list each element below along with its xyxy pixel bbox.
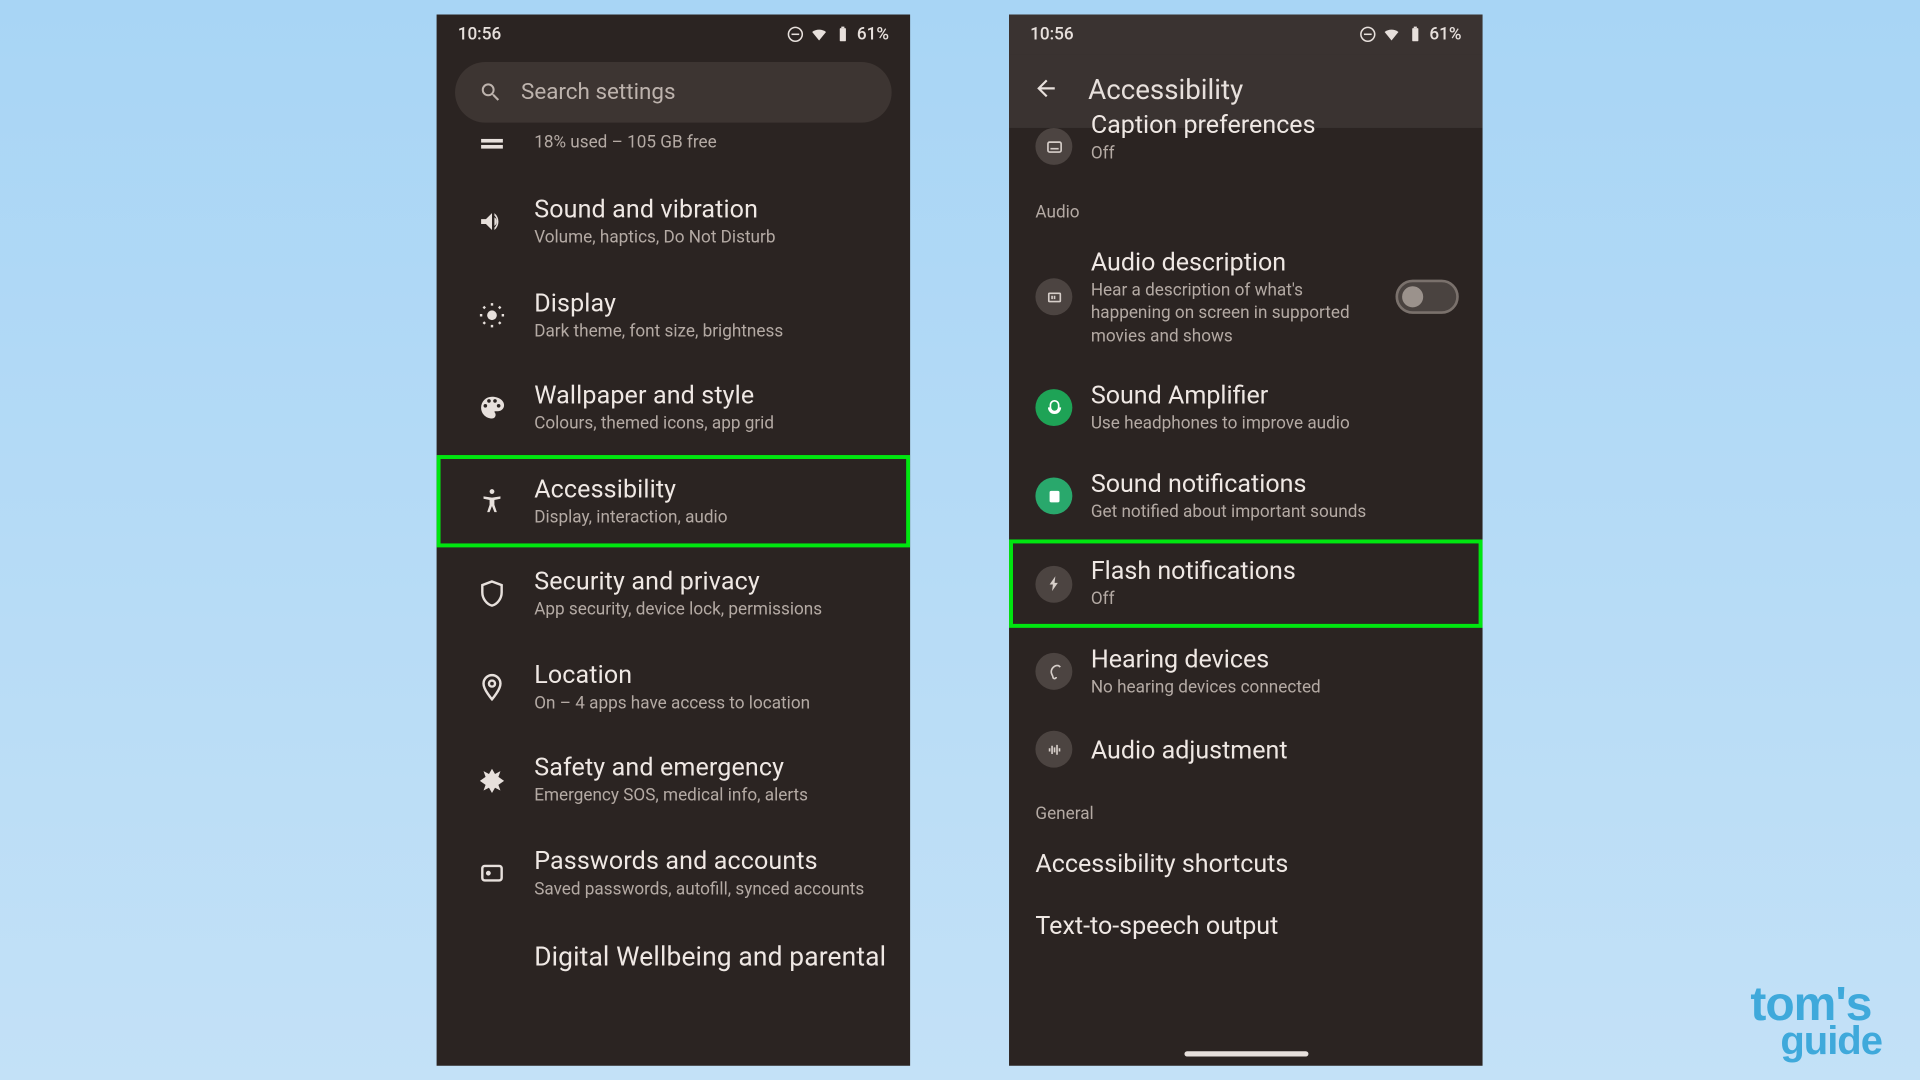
status-icons: 61% <box>1358 24 1461 44</box>
settings-item-security[interactable]: Security and privacy App security, devic… <box>437 548 911 641</box>
accessibility-icon <box>474 483 511 520</box>
audio-description-icon <box>1035 279 1072 316</box>
settings-item-digital-wellbeing[interactable]: Digital Wellbeing and parental <box>437 920 911 975</box>
item-sound-notifications[interactable]: Sound notifications Get notified about i… <box>1009 452 1483 540</box>
search-input[interactable]: Search settings <box>455 62 892 123</box>
sound-notifications-icon <box>1035 477 1072 514</box>
audio-description-toggle[interactable] <box>1396 280 1459 314</box>
battery-percent: 61% <box>1429 24 1461 44</box>
accessibility-list[interactable]: Caption preferences Off Audio Audio desc… <box>1009 128 1483 957</box>
settings-item-safety[interactable]: Safety and emergency Emergency SOS, medi… <box>437 734 911 827</box>
status-time: 10:56 <box>458 24 502 44</box>
settings-item-display[interactable]: Display Dark theme, font size, brightnes… <box>437 268 911 361</box>
palette-icon <box>474 390 511 427</box>
location-icon <box>474 669 511 706</box>
flash-icon <box>1035 565 1072 602</box>
phone-settings: 10:56 61% Search settings 18% used – 105… <box>437 15 911 1066</box>
status-bar: 10:56 61% <box>1009 15 1483 55</box>
sound-icon <box>474 203 511 240</box>
item-sound-amplifier[interactable]: Sound Amplifier Use headphones to improv… <box>1009 364 1483 452</box>
storage-icon <box>474 125 511 162</box>
search-icon <box>479 80 503 104</box>
wifi-icon <box>809 25 827 43</box>
settings-item-location[interactable]: Location On – 4 apps have access to loca… <box>437 641 911 734</box>
home-indicator[interactable] <box>1184 1051 1308 1056</box>
status-bar: 10:56 61% <box>437 15 911 55</box>
wellbeing-icon <box>474 938 511 975</box>
hearing-icon <box>1035 653 1072 690</box>
display-icon <box>474 297 511 334</box>
item-hearing-devices[interactable]: Hearing devices No hearing devices conne… <box>1009 628 1483 716</box>
page-title: Accessibility <box>1088 75 1243 107</box>
status-time: 10:56 <box>1030 24 1074 44</box>
battery-percent: 61% <box>857 24 889 44</box>
sound-amplifier-icon <box>1035 390 1072 427</box>
settings-item-passwords[interactable]: Passwords and accounts Saved passwords, … <box>437 827 911 920</box>
settings-item-storage[interactable]: 18% used – 105 GB free <box>437 123 911 176</box>
section-audio: Audio <box>1009 181 1483 230</box>
search-placeholder: Search settings <box>521 79 676 105</box>
shield-icon <box>474 576 511 613</box>
storage-sub: 18% used – 105 GB free <box>534 132 716 155</box>
equalizer-icon <box>1035 731 1072 768</box>
settings-item-wallpaper[interactable]: Wallpaper and style Colours, themed icon… <box>437 362 911 455</box>
item-audio-adjustment[interactable]: Audio adjustment <box>1009 715 1483 784</box>
key-icon <box>474 855 511 892</box>
phone-accessibility: 10:56 61% Accessibility Caption preferen… <box>1009 15 1483 1066</box>
back-button[interactable] <box>1033 75 1059 107</box>
settings-list[interactable]: 18% used – 105 GB free Sound and vibrati… <box>437 123 911 976</box>
dnd-icon <box>1358 25 1376 43</box>
caption-icon <box>1035 128 1072 165</box>
item-accessibility-shortcuts[interactable]: Accessibility shortcuts <box>1009 833 1483 895</box>
battery-icon <box>1406 25 1424 43</box>
item-audio-description[interactable]: Audio description Hear a description of … <box>1009 230 1483 364</box>
item-flash-notifications[interactable]: Flash notifications Off <box>1009 540 1483 628</box>
section-general: General <box>1009 784 1483 833</box>
item-caption-preferences[interactable]: Caption preferences Off <box>1009 128 1483 181</box>
watermark-toms-guide: tom's guide <box>1750 985 1882 1058</box>
wifi-icon <box>1382 25 1400 43</box>
dnd-icon <box>786 25 804 43</box>
status-icons: 61% <box>786 24 889 44</box>
battery-icon <box>833 25 851 43</box>
settings-item-sound[interactable]: Sound and vibration Volume, haptics, Do … <box>437 175 911 268</box>
item-text-to-speech[interactable]: Text-to-speech output <box>1009 895 1483 957</box>
emergency-icon <box>474 762 511 799</box>
settings-item-accessibility[interactable]: Accessibility Display, interaction, audi… <box>437 455 911 548</box>
